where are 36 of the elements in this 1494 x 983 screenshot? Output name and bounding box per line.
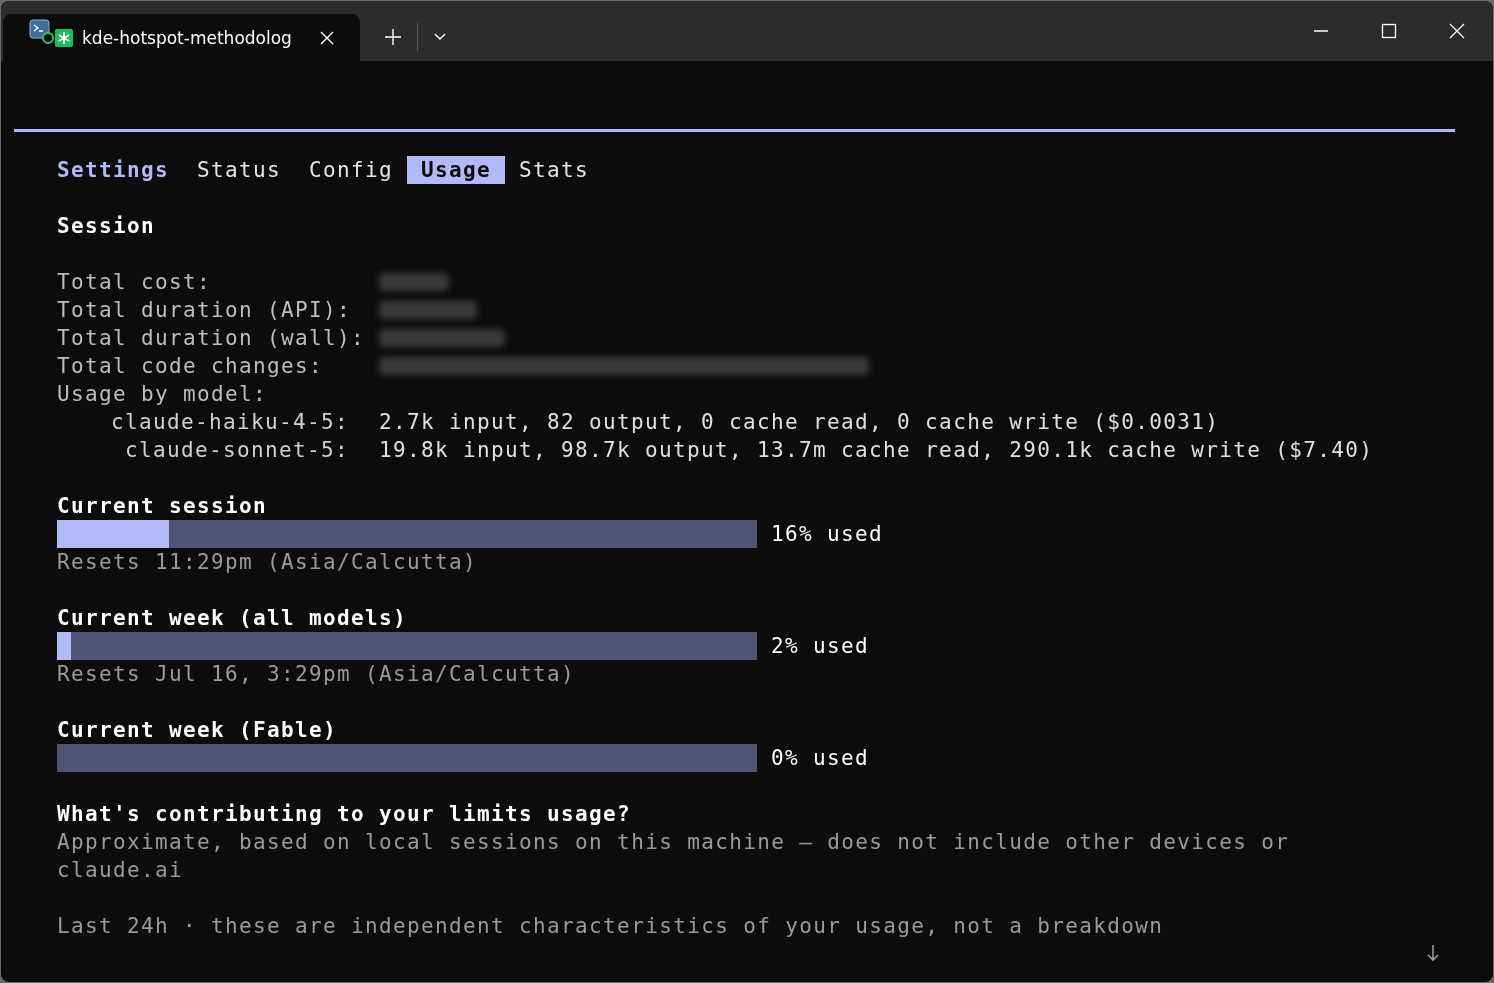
terminal-tab[interactable]: kde-hotspot-methodolog (3, 14, 360, 61)
asterisk-icon (55, 28, 73, 47)
tab-title: kde-hotspot-methodolog (82, 27, 293, 48)
model-usage: 19.8k input, 98.7k output, 13.7m cache read, 290.1k cache write ($7.40) (379, 437, 1374, 464)
stat-label: Total cost: (57, 269, 213, 296)
reset-time: Resets 11:29pm (Asia/Calcutta) (57, 549, 479, 576)
close-icon[interactable] (320, 30, 334, 45)
model-name: claude-haiku-4-5: (109, 409, 349, 436)
usage-reading: 16% used (771, 521, 884, 548)
maximize-icon[interactable] (1381, 23, 1397, 39)
stat-label: Usage by model: (57, 381, 269, 408)
arrow-down-icon[interactable] (1426, 944, 1440, 962)
model-name: claude-sonnet-5: (123, 437, 349, 464)
limit-title: Current session (57, 493, 269, 520)
usage-reading: 2% used (771, 633, 870, 660)
section-heading: What's contributing to your limits usage? (57, 801, 633, 828)
stat-label: Total duration (API): (57, 297, 353, 324)
note-text: Approximate, based on local sessions on this machine — does not include other devices or claude.ai (57, 829, 1291, 884)
new-tab-icon[interactable] (385, 29, 401, 45)
period-text: Last 24h · these are independent characteristics of your usage, not a breakdown (57, 913, 1165, 940)
limit-title: Current week (all models) (57, 605, 409, 632)
section-heading: Session (57, 213, 157, 240)
reset-time: Resets Jul 16, 3:29pm (Asia/Calcutta) (57, 661, 577, 688)
tab[interactable]: Stats (519, 156, 590, 184)
stat-label: Total code changes: (57, 353, 325, 380)
stat-label: Total duration (wall): (57, 325, 367, 352)
limit-title: Current week (Fable) (57, 717, 339, 744)
tab[interactable]: Status (197, 156, 282, 184)
model-usage: 2.7k input, 82 output, 0 cache read, 0 cache write ($0.0031) (379, 409, 1220, 436)
tab[interactable]: Usage (407, 156, 506, 184)
settings-heading: Settings (57, 157, 170, 184)
tab[interactable]: Config (309, 156, 394, 184)
usage-reading: 0% used (771, 745, 870, 772)
terminal-app-icon (29, 19, 55, 45)
chevron-down-icon[interactable] (434, 33, 446, 41)
close-icon[interactable] (1449, 23, 1465, 39)
